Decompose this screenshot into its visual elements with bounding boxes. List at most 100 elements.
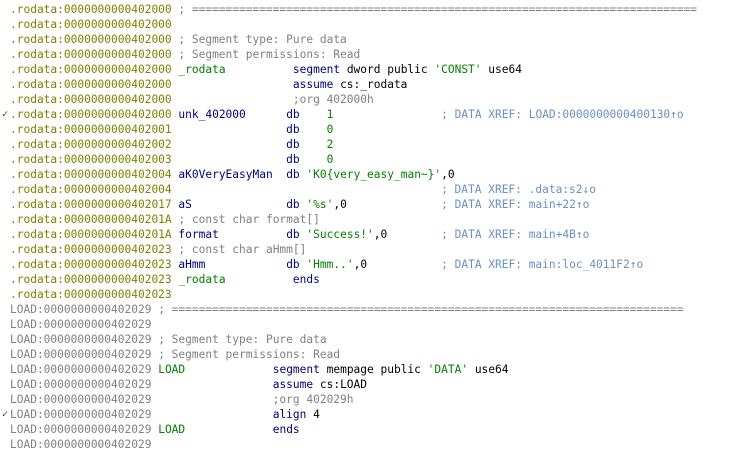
address-label[interactable]: .rodata:0000000000402000 [10, 3, 172, 16]
address-label[interactable]: .rodata:0000000000402001 [10, 123, 172, 136]
listing-row[interactable]: .rodata:0000000000402000 _rodata segment… [0, 62, 756, 77]
address-label[interactable]: .rodata:0000000000402023 [10, 273, 172, 286]
instruction-text: ; Segment type: Pure data [151, 333, 326, 346]
instruction-text: ; DATA XREF: .data:s2↓o [172, 183, 596, 196]
listing-row[interactable]: .rodata:0000000000402001 db 0 [0, 122, 756, 137]
address-label[interactable]: .rodata:0000000000402003 [10, 153, 172, 166]
xref-comment[interactable]: ; DATA XREF: .data:s2↓o [441, 183, 596, 196]
address-label[interactable]: .rodata:0000000000402000 [10, 63, 172, 76]
listing-row[interactable]: .rodata:0000000000402023 aHmm db 'Hmm..'… [0, 257, 756, 272]
instruction-text: aS db '%s',0 ; DATA XREF: main+22↑o [178, 198, 590, 211]
instruction-text: ; const char aHmm[] [172, 243, 306, 256]
xref-comment[interactable]: ; DATA XREF: main:loc_4011F2↑o [441, 258, 643, 271]
disassembly-listing[interactable]: .rodata:0000000000402000 ; =============… [0, 0, 756, 452]
listing-row[interactable]: .rodata:000000000040201A format db 'Succ… [0, 227, 756, 242]
listing-row[interactable]: LOAD:0000000000402029 ; Segment type: Pu… [0, 332, 756, 347]
address-label[interactable]: LOAD:0000000000402029 [10, 393, 151, 406]
listing-row[interactable]: LOAD:0000000000402029 ; Segment permissi… [0, 347, 756, 362]
address-label[interactable]: LOAD:0000000000402029 [10, 363, 151, 376]
address-label[interactable]: .rodata:0000000000402000 [10, 108, 172, 121]
comment-text: ; Segment type: Pure data [171, 33, 347, 46]
instruction-text: ; Segment permissions: Read [151, 348, 340, 361]
listing-row[interactable]: .rodata:000000000040201A ; const char fo… [0, 212, 756, 227]
listing-row[interactable]: .rodata:0000000000402023 ; const char aH… [0, 242, 756, 257]
instruction-text: align 4 [272, 408, 320, 421]
address-label[interactable]: LOAD:0000000000402029 [10, 333, 151, 346]
address-label[interactable]: LOAD:0000000000402029 [10, 423, 151, 436]
segment-name[interactable]: _rodata [178, 63, 225, 76]
listing-row[interactable]: .rodata:0000000000402023 [0, 287, 756, 302]
instruction-text: ;org 402029h [151, 393, 354, 406]
listing-row[interactable]: .rodata:0000000000402000 ;org 402000h [0, 92, 756, 107]
address-label[interactable]: .rodata:0000000000402002 [10, 138, 172, 151]
address-label[interactable]: .rodata:0000000000402017 [10, 198, 172, 211]
comment-text: ; Segment type: Pure data [151, 333, 327, 346]
address-label[interactable]: LOAD:0000000000402029 [10, 348, 151, 361]
segment-name[interactable]: LOAD [158, 423, 185, 436]
listing-row[interactable]: .rodata:0000000000402017 aS db '%s',0 ; … [0, 197, 756, 212]
instruction-text: db 0 [286, 123, 334, 136]
instruction-text: _rodata ends [178, 273, 320, 286]
instruction-text: aK0VeryEasyMan db 'K0{very_easy_man~}',0 [178, 168, 455, 181]
segment-name[interactable]: LOAD [158, 363, 185, 376]
address-label[interactable]: LOAD:0000000000402029 [10, 318, 151, 331]
address-label[interactable]: .rodata:000000000040201A [10, 213, 172, 226]
listing-row[interactable]: ✓ LOAD:0000000000402029 align 4 [0, 407, 756, 422]
instruction-text: LOAD ends [158, 423, 300, 436]
comment-text: ; ======================================… [171, 3, 698, 16]
data-label[interactable]: unk_402000 [178, 108, 245, 121]
address-label[interactable]: LOAD:0000000000402029 [10, 438, 151, 451]
listing-row[interactable]: .rodata:0000000000402000 assume cs:_roda… [0, 77, 756, 92]
listing-row[interactable]: LOAD:0000000000402029 LOAD ends [0, 422, 756, 437]
comment-text: ;org 402000h [171, 93, 374, 106]
comment-text: ; ======================================… [151, 303, 684, 316]
listing-row[interactable]: LOAD:0000000000402029 assume cs:LOAD [0, 377, 756, 392]
address-label[interactable]: LOAD:0000000000402029 [10, 303, 151, 316]
checkmark-icon: ✓ [1, 109, 9, 120]
listing-row[interactable]: .rodata:0000000000402004 ; DATA XREF: .d… [0, 182, 756, 197]
address-label[interactable]: .rodata:0000000000402023 [10, 288, 172, 301]
listing-row[interactable]: .rodata:0000000000402004 aK0VeryEasyMan … [0, 167, 756, 182]
instruction-text: assume cs:_rodata [292, 78, 408, 91]
listing-row[interactable]: LOAD:0000000000402029 ;org 402029h [0, 392, 756, 407]
comment-text: ; Segment permissions: Read [171, 48, 361, 61]
listing-row[interactable]: .rodata:0000000000402000 [0, 17, 756, 32]
xref-comment[interactable]: ; DATA XREF: main+4B↑o [441, 228, 589, 241]
listing-row[interactable]: .rodata:0000000000402000 ; Segment type:… [0, 32, 756, 47]
address-label[interactable]: LOAD:0000000000402029 [10, 408, 151, 421]
listing-row[interactable]: .rodata:0000000000402002 db 2 [0, 137, 756, 152]
address-label[interactable]: .rodata:0000000000402000 [10, 48, 172, 61]
address-label[interactable]: .rodata:000000000040201A [10, 228, 172, 241]
address-label[interactable]: .rodata:0000000000402000 [10, 33, 172, 46]
instruction-text: LOAD segment mempage public 'DATA' use64 [158, 363, 509, 376]
xref-comment[interactable]: ; DATA XREF: main+22↑o [441, 198, 589, 211]
instruction-text: ; ======================================… [172, 3, 697, 16]
listing-row[interactable]: .rodata:0000000000402000 ; Segment permi… [0, 47, 756, 62]
listing-row[interactable]: LOAD:0000000000402029 ; ================… [0, 302, 756, 317]
address-label[interactable]: .rodata:0000000000402023 [10, 243, 172, 256]
listing-row[interactable]: LOAD:0000000000402029 [0, 317, 756, 332]
instruction-text: ; ======================================… [151, 303, 683, 316]
address-label[interactable]: .rodata:0000000000402000 [10, 93, 172, 106]
listing-row[interactable]: ✓ .rodata:0000000000402000 unk_402000 db … [0, 107, 756, 122]
address-label[interactable]: .rodata:0000000000402000 [10, 78, 172, 91]
data-label[interactable]: aK0VeryEasyMan [178, 168, 272, 181]
address-label[interactable]: .rodata:0000000000402000 [10, 18, 172, 31]
instruction-text: unk_402000 db 1 ; DATA XREF: LOAD:000000… [178, 108, 684, 121]
listing-row[interactable]: .rodata:0000000000402023 _rodata ends [0, 272, 756, 287]
xref-comment[interactable]: ; DATA XREF: LOAD:0000000000400130↑o [441, 108, 683, 121]
address-label[interactable]: .rodata:0000000000402004 [10, 168, 172, 181]
address-label[interactable]: .rodata:0000000000402023 [10, 258, 172, 271]
checkmark-icon: ✓ [1, 409, 9, 420]
address-label[interactable]: LOAD:0000000000402029 [10, 378, 151, 391]
listing-row[interactable]: .rodata:0000000000402000 ; =============… [0, 2, 756, 17]
listing-row[interactable]: LOAD:0000000000402029 LOAD segment mempa… [0, 362, 756, 377]
segment-name[interactable]: _rodata [178, 273, 225, 286]
address-label[interactable]: .rodata:0000000000402004 [10, 183, 172, 196]
instruction-text: db 0 [286, 153, 334, 166]
data-label[interactable]: aHmm [178, 258, 205, 271]
instruction-text: format db 'Success!',0 ; DATA XREF: main… [178, 228, 590, 241]
data-label[interactable]: aS [178, 198, 191, 211]
listing-row[interactable]: .rodata:0000000000402003 db 0 [0, 152, 756, 167]
data-label[interactable]: format [178, 228, 218, 241]
